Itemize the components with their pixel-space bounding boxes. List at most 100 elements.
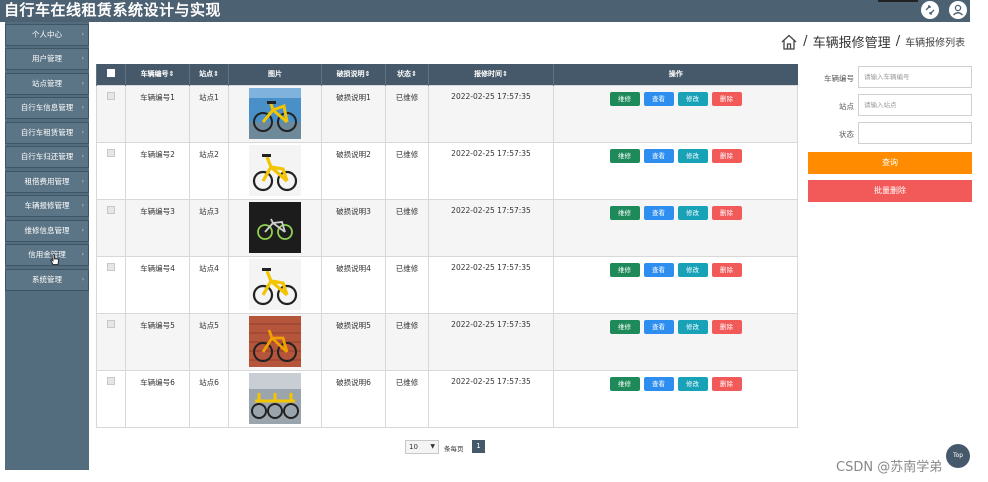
station-input[interactable]: 请输入站点 xyxy=(858,94,972,116)
cell-status: 已维修 xyxy=(385,255,429,314)
sort-icon: ⇕ xyxy=(411,70,417,79)
sidebar-item-stations[interactable]: 站点管理 › xyxy=(5,73,89,95)
sidebar-item-system[interactable]: 系统管理 › xyxy=(5,269,89,291)
cell-report-time: 2022-02-25 17:57:35 xyxy=(428,312,554,371)
query-button[interactable]: 查询 xyxy=(808,152,972,174)
row-checkbox[interactable] xyxy=(96,141,126,200)
cell-bike-no: 车辆编号1 xyxy=(125,84,190,143)
delete-button[interactable]: 删除 xyxy=(711,319,742,334)
view-button[interactable]: 查看 xyxy=(643,319,674,334)
cell-station: 站点4 xyxy=(189,255,229,314)
sidebar-item-users[interactable]: 用户管理 › xyxy=(5,48,89,70)
bike-image[interactable] xyxy=(249,201,301,253)
chevron-icon: › xyxy=(81,227,84,234)
fullscreen-exit-icon[interactable] xyxy=(921,1,939,19)
column-header-bike-no[interactable]: 车辆编号⇕ xyxy=(125,64,190,85)
row-checkbox[interactable] xyxy=(96,369,126,428)
bike-image[interactable] xyxy=(249,372,301,424)
per-page-label: 条每页 xyxy=(444,445,464,453)
bike-image[interactable] xyxy=(249,144,301,196)
sidebar-item-personal-center[interactable]: 个人中心 › xyxy=(5,24,89,46)
batch-delete-button[interactable]: 批量删除 xyxy=(808,180,972,202)
repair-button[interactable]: 维修 xyxy=(609,319,640,334)
bike-image[interactable] xyxy=(249,315,301,367)
edit-button[interactable]: 修改 xyxy=(677,376,708,391)
cell-actions: 维修 查看 修改 删除 xyxy=(553,369,798,428)
repair-button[interactable]: 维修 xyxy=(609,262,640,277)
chevron-icon: › xyxy=(81,31,84,38)
bike-no-input[interactable]: 请输入车辆编号 xyxy=(858,66,972,88)
sidebar: 个人中心 › 用户管理 › 站点管理 › 自行车信息管理 › 自行车租赁管理 › 自行车归… xyxy=(5,22,89,470)
column-header-status[interactable]: 状态⇕ xyxy=(385,64,429,85)
cell-bike-no: 车辆编号6 xyxy=(125,369,190,428)
view-button[interactable]: 查看 xyxy=(643,91,674,106)
page-number-button[interactable]: 1 xyxy=(472,440,485,453)
cell-damage: 破损说明6 xyxy=(321,369,386,428)
row-checkbox[interactable] xyxy=(96,312,126,371)
chevron-icon: › xyxy=(81,178,84,185)
sidebar-item-bike-info[interactable]: 自行车信息管理 › xyxy=(5,97,89,119)
chevron-icon: › xyxy=(81,104,84,111)
repair-button[interactable]: 维修 xyxy=(609,205,640,220)
breadcrumb-current-page: 车辆报修列表 xyxy=(905,38,966,49)
column-header-report-time[interactable]: 报修时间⇕ xyxy=(428,64,554,85)
column-header-damage[interactable]: 破损说明⇕ xyxy=(321,64,386,85)
cell-station: 站点5 xyxy=(189,312,229,371)
page-size-select[interactable]: 10 ▼ xyxy=(405,440,439,454)
chevron-icon: › xyxy=(81,276,84,283)
edit-button[interactable]: 修改 xyxy=(677,262,708,277)
select-all-checkbox[interactable] xyxy=(96,64,126,85)
delete-button[interactable]: 删除 xyxy=(711,91,742,106)
edit-button[interactable]: 修改 xyxy=(677,319,708,334)
bike-image[interactable] xyxy=(249,87,301,139)
repair-button[interactable]: 维修 xyxy=(609,376,640,391)
breadcrumb-section[interactable]: 车辆报修管理 xyxy=(813,36,891,51)
delete-button[interactable]: 删除 xyxy=(711,205,742,220)
edit-button[interactable]: 修改 xyxy=(677,91,708,106)
station-label: 站点 xyxy=(839,102,854,111)
delete-button[interactable]: 删除 xyxy=(711,376,742,391)
status-label: 状态 xyxy=(839,130,854,139)
sidebar-item-label: 自行车归还管理 xyxy=(20,152,74,161)
status-input[interactable] xyxy=(858,122,972,144)
chevron-icon: › xyxy=(81,129,84,136)
sidebar-item-label: 自行车租赁管理 xyxy=(20,128,74,137)
chevron-down-icon: ▼ xyxy=(430,443,435,450)
delete-button[interactable]: 删除 xyxy=(711,148,742,163)
cell-damage: 破损说明1 xyxy=(321,84,386,143)
back-to-top-button[interactable]: Top xyxy=(946,444,970,468)
home-icon[interactable] xyxy=(780,33,798,51)
view-button[interactable]: 查看 xyxy=(643,148,674,163)
view-button[interactable]: 查看 xyxy=(643,376,674,391)
cell-damage: 破损说明4 xyxy=(321,255,386,314)
cell-station: 站点6 xyxy=(189,369,229,428)
sidebar-item-label: 信用金管理 xyxy=(28,250,66,259)
edit-button[interactable]: 修改 xyxy=(677,205,708,220)
row-checkbox[interactable] xyxy=(96,255,126,314)
row-checkbox[interactable] xyxy=(96,198,126,257)
column-header-station[interactable]: 站点⇕ xyxy=(189,64,229,85)
repair-button[interactable]: 维修 xyxy=(609,91,640,106)
sidebar-item-repair-reports[interactable]: 车辆报修管理 › xyxy=(5,195,89,217)
cell-report-time: 2022-02-25 17:57:35 xyxy=(428,198,554,257)
bike-image[interactable] xyxy=(249,258,301,310)
sidebar-item-label: 自行车信息管理 xyxy=(20,103,74,112)
row-checkbox[interactable] xyxy=(96,84,126,143)
table-row: 车辆编号4 站点4 破损说明4 已维修 2022-02-25 17:57:35 … xyxy=(96,255,798,314)
view-button[interactable]: 查看 xyxy=(643,262,674,277)
edit-button[interactable]: 修改 xyxy=(677,148,708,163)
cell-bike-no: 车辆编号3 xyxy=(125,198,190,257)
sidebar-item-bike-return[interactable]: 自行车归还管理 › xyxy=(5,146,89,168)
repair-button[interactable]: 维修 xyxy=(609,148,640,163)
sidebar-item-bike-rental[interactable]: 自行车租赁管理 › xyxy=(5,122,89,144)
view-button[interactable]: 查看 xyxy=(643,205,674,220)
cell-actions: 维修 查看 修改 删除 xyxy=(553,141,798,200)
sidebar-item-rental-fees[interactable]: 租借费用管理 › xyxy=(5,171,89,193)
sidebar-item-credit-deposit[interactable]: 信用金管理 › xyxy=(5,244,89,266)
delete-button[interactable]: 删除 xyxy=(711,262,742,277)
user-icon[interactable] xyxy=(949,1,967,19)
column-header-actions: 操作 xyxy=(553,64,798,85)
sidebar-item-maintenance[interactable]: 维修信息管理 › xyxy=(5,220,89,242)
chevron-icon: › xyxy=(81,80,84,87)
table-header-row: 车辆编号⇕ 站点⇕ 图片 破损说明⇕ 状态⇕ 报修时间⇕ 操作 xyxy=(96,64,798,85)
